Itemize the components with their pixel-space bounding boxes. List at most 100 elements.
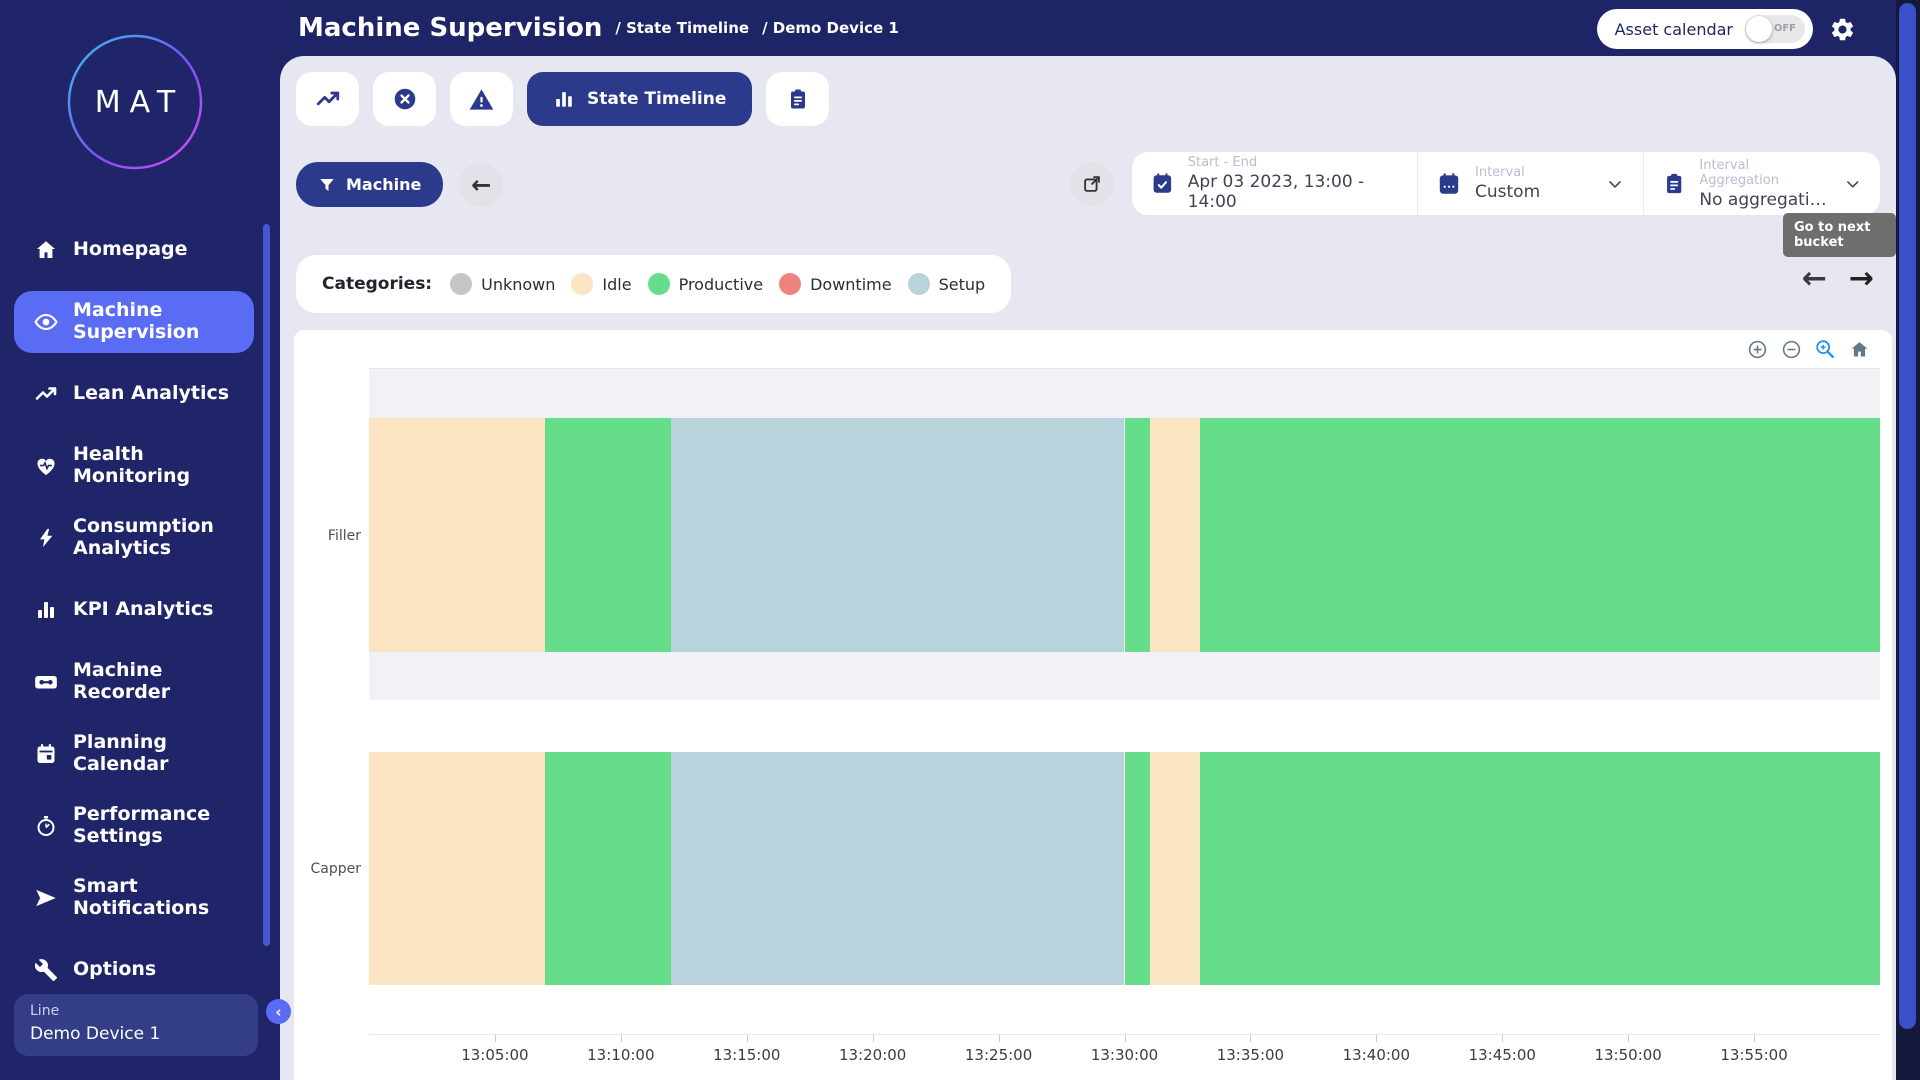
- legend-item-unknown[interactable]: Unknown: [450, 273, 555, 295]
- legend-title: Categories:: [322, 274, 432, 294]
- legend-item-productive[interactable]: Productive: [648, 273, 764, 295]
- header: Machine Supervision / State Timeline / D…: [280, 0, 1896, 56]
- axis-tick: [1376, 1035, 1377, 1042]
- asset-calendar-switch[interactable]: OFF: [1745, 15, 1805, 43]
- legend-item-setup[interactable]: Setup: [908, 273, 986, 295]
- back-button[interactable]: ←: [459, 163, 503, 207]
- sidebar-item-lean-analytics[interactable]: Lean Analytics: [14, 358, 254, 430]
- external-link-icon: [1081, 173, 1103, 195]
- x-axis: 13:05:0013:10:0013:15:0013:20:0013:25:00…: [369, 1035, 1880, 1080]
- axis-tick-label: 13:35:00: [1217, 1046, 1284, 1064]
- timeline-segment-idle[interactable]: [369, 418, 545, 652]
- sidebar-item-smart-notifications[interactable]: Smart Notifications: [14, 862, 254, 934]
- settings-gear-icon[interactable]: [1829, 16, 1856, 43]
- device-name: Demo Device 1: [30, 1024, 242, 1044]
- tab-report-view[interactable]: [766, 72, 829, 126]
- interval-value: Custom: [1475, 182, 1540, 202]
- legend-item-downtime[interactable]: Downtime: [779, 273, 891, 295]
- timeline-segment-productive[interactable]: [1125, 752, 1150, 985]
- sidebar-item-machine-recorder[interactable]: Machine Recorder: [14, 646, 254, 718]
- zoom-out-icon[interactable]: [1780, 338, 1802, 360]
- start-end-select[interactable]: Start - End Apr 03 2023, 13:00 - 14:00: [1132, 152, 1417, 215]
- app-logo: MAT: [63, 30, 207, 174]
- heart-pulse-icon: [33, 453, 59, 479]
- axis-tick-label: 13:30:00: [1091, 1046, 1158, 1064]
- calendar-check-icon: [1150, 170, 1175, 197]
- interval-aggregation-value: No aggregati…: [1699, 190, 1829, 210]
- categories-legend: Categories: Unknown Idle Productive Down…: [296, 255, 1011, 313]
- tab-trend-view[interactable]: [296, 72, 359, 126]
- timeline-segment-productive[interactable]: [1200, 418, 1880, 652]
- axis-tick: [495, 1035, 496, 1042]
- page-scrollbar-thumb[interactable]: [1899, 3, 1916, 1029]
- next-bucket-button[interactable]: →: [1849, 264, 1874, 294]
- view-tabs: State Timeline: [296, 72, 829, 126]
- sidebar-collapse-button[interactable]: ‹: [266, 999, 291, 1024]
- range-panel: Start - End Apr 03 2023, 13:00 - 14:00 I…: [1132, 152, 1880, 215]
- sidebar-item-consumption-analytics[interactable]: Consumption Analytics: [14, 502, 254, 574]
- timeline-segment-idle[interactable]: [369, 752, 545, 985]
- sidebar-item-homepage[interactable]: Homepage: [14, 214, 254, 286]
- legend-label: Setup: [939, 275, 986, 294]
- timeline-segment-idle[interactable]: [1150, 418, 1200, 652]
- column-chart-icon: [553, 88, 575, 110]
- asset-calendar-toggle-pill[interactable]: Asset calendar OFF: [1597, 9, 1813, 49]
- timeline-bar-capper: [369, 752, 1880, 985]
- clipboard-icon: [1662, 171, 1686, 196]
- state-timeline-chart-card: Filler Capper 13:05:0013:10:0013:15:0013…: [294, 330, 1892, 1080]
- sidebar-item-label: Consumption Analytics: [73, 516, 243, 560]
- tab-state-timeline[interactable]: State Timeline: [527, 72, 752, 126]
- axis-tick: [621, 1035, 622, 1042]
- tab-alarms-view[interactable]: [450, 72, 513, 126]
- zoom-in-icon[interactable]: [1746, 338, 1768, 360]
- sidebar-scrollbar-thumb[interactable]: [263, 224, 270, 946]
- tab-stops-view[interactable]: [373, 72, 436, 126]
- reset-home-icon[interactable]: [1848, 338, 1870, 360]
- start-end-label: Start - End: [1188, 155, 1399, 170]
- plot-toolbar: [1746, 338, 1870, 360]
- row-label-capper: Capper: [297, 861, 361, 877]
- sidebar-item-label: Homepage: [73, 239, 243, 261]
- sidebar-item-health-monitoring[interactable]: Health Monitoring: [14, 430, 254, 502]
- legend-item-idle[interactable]: Idle: [571, 273, 631, 295]
- machine-filter-button[interactable]: Machine: [296, 162, 443, 207]
- timeline-segment-setup[interactable]: [671, 752, 1124, 985]
- interval-aggregation-select[interactable]: Interval Aggregation No aggregati…: [1643, 152, 1880, 215]
- timeline-segment-productive[interactable]: [545, 752, 671, 985]
- interval-select[interactable]: Interval Custom: [1417, 152, 1643, 215]
- axis-tick-label: 13:55:00: [1720, 1046, 1787, 1064]
- timeline-segment-setup[interactable]: [671, 418, 1124, 652]
- asset-calendar-label: Asset calendar: [1615, 20, 1733, 39]
- sidebar-item-label: Performance Settings: [73, 804, 243, 848]
- timeline-segment-productive[interactable]: [545, 418, 671, 652]
- axis-tick-label: 13:20:00: [839, 1046, 906, 1064]
- open-external-button[interactable]: [1070, 162, 1114, 206]
- logo-text: MAT: [63, 30, 207, 174]
- eye-icon: [33, 309, 59, 335]
- interval-label: Interval: [1475, 165, 1540, 180]
- sidebar-item-planning-calendar[interactable]: Planning Calendar: [14, 718, 254, 790]
- bolt-icon: [33, 525, 59, 551]
- calendar-icon: [33, 741, 59, 767]
- sidebar: MAT Homepage Machine Supervision Lean An…: [0, 0, 280, 1080]
- previous-bucket-button[interactable]: ←: [1802, 264, 1827, 294]
- sidebar-nav: Homepage Machine Supervision Lean Analyt…: [14, 214, 254, 1006]
- stopwatch-icon: [33, 813, 59, 839]
- sidebar-item-label: Options: [73, 959, 243, 981]
- sidebar-item-kpi-analytics[interactable]: KPI Analytics: [14, 574, 254, 646]
- timeline-segment-productive[interactable]: [1200, 752, 1880, 985]
- box-zoom-icon[interactable]: [1814, 338, 1836, 360]
- sidebar-item-performance-settings[interactable]: Performance Settings: [14, 790, 254, 862]
- sidebar-item-label: Machine Supervision: [73, 300, 243, 344]
- sidebar-item-machine-supervision[interactable]: Machine Supervision: [14, 291, 254, 353]
- trend-icon: [33, 381, 59, 407]
- timeline-segment-productive[interactable]: [1125, 418, 1150, 652]
- timeline-segment-idle[interactable]: [1150, 752, 1200, 985]
- axis-tick: [999, 1035, 1000, 1042]
- sidebar-item-label: Smart Notifications: [73, 876, 243, 920]
- timeline-plot[interactable]: Filler Capper 13:05:0013:10:0013:15:0013…: [369, 368, 1880, 1058]
- axis-tick: [1125, 1035, 1126, 1042]
- toggle-state-label: OFF: [1774, 23, 1796, 34]
- selected-device-card[interactable]: Line Demo Device 1: [14, 994, 258, 1056]
- axis-tick: [1628, 1035, 1629, 1042]
